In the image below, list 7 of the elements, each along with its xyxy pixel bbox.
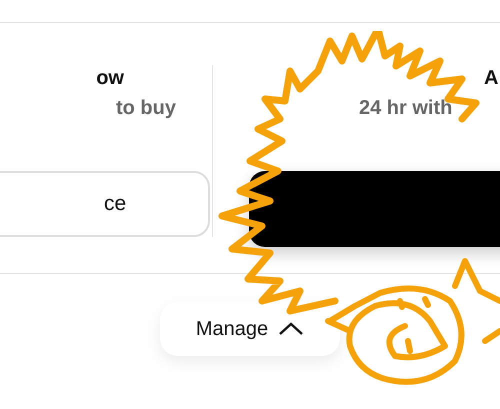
panel-subtitle: 24 hr with <box>359 96 452 121</box>
panel-title: ow <box>96 66 124 91</box>
manage-button[interactable]: Manage <box>160 302 340 356</box>
action-button[interactable] <box>249 171 500 247</box>
outline-button[interactable]: ce <box>0 171 210 237</box>
panel-title: A <box>484 66 498 91</box>
panel-subtitle: to buy <box>116 96 176 121</box>
